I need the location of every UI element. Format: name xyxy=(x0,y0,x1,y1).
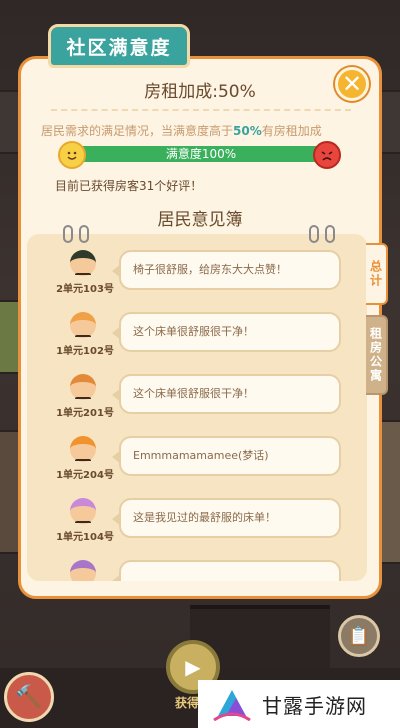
watermark-logo-icon xyxy=(213,690,251,722)
satisfaction-bar: 满意度100% xyxy=(76,146,326,162)
comment-row: 1单元201号 这个床单很舒服很干净！ 👍 xyxy=(27,372,367,434)
desc-after: 有房租加成 xyxy=(261,124,322,138)
comment-bubble: 这个床单很舒服很干净！ 👍 xyxy=(112,312,341,352)
hammer-icon: 🔨 xyxy=(15,684,43,710)
comment-text: Emmmamamamee(梦话) xyxy=(133,449,269,462)
comment-row: 2单元103号 椅子很舒服，给房东大大点赞！ 👍 xyxy=(27,248,367,310)
resident-avatar xyxy=(70,498,96,524)
comment-bubble: 这是我见过的最舒服的床单！ 👍 xyxy=(112,498,341,538)
resident-unit: 1单元201号 xyxy=(56,408,114,419)
ring-right-2 xyxy=(325,225,335,243)
resident-avatar xyxy=(70,312,96,338)
divider xyxy=(51,109,351,111)
comment-bubble: 椅子很舒服，给房东大大点赞！ 👍 xyxy=(112,250,341,290)
close-button[interactable]: ✕ xyxy=(335,67,369,101)
resident-unit: 1单元102号 xyxy=(56,346,114,357)
close-icon: ✕ xyxy=(341,70,363,98)
resident-avatar xyxy=(70,436,96,462)
watermark-text: 甘露手游网 xyxy=(262,693,367,718)
build-button[interactable]: 🔨 xyxy=(4,672,54,722)
resident-avatar xyxy=(70,250,96,276)
resident-avatar xyxy=(70,374,96,400)
ring-left-2 xyxy=(79,225,89,243)
comment-bubble: 这个床单很舒服很干净！ 👍 xyxy=(112,374,341,414)
comment-text: 这个床单很舒服很干净！ xyxy=(133,387,254,400)
satisfaction-label: 满意度100% xyxy=(165,147,237,161)
comment-text: 椅子很舒服，给房东大大点赞！ xyxy=(133,263,287,276)
watermark: 甘露手游网 xyxy=(198,680,400,728)
clipboard-button[interactable]: 📋 xyxy=(338,615,380,657)
comment-row: 1单元102号 这个床单很舒服很干净！ 👍 xyxy=(27,310,367,372)
comment-text: 这是我见过的最舒服的床单！ xyxy=(133,511,276,524)
comment-row: 1单元104号 这是我见过的最舒服的床单！ 👍 xyxy=(27,496,367,558)
comment-text: 这个床单很舒服很干净！ xyxy=(133,325,254,338)
comment-row: 1单元204号 Emmmamamamee(梦话) 👍 xyxy=(27,434,367,496)
ring-left-1 xyxy=(63,225,73,243)
resident-unit: 2单元103号 xyxy=(56,284,114,295)
panel-title-tab: 社区满意度 xyxy=(48,24,190,68)
desc-threshold: 50% xyxy=(233,124,262,138)
resident-avatar xyxy=(70,560,96,581)
tab-total[interactable]: 总计 xyxy=(366,243,388,305)
resident-unit: 1单元104号 xyxy=(56,532,114,543)
resident-unit: 1单元204号 xyxy=(56,470,114,481)
angry-face-icon xyxy=(313,141,341,169)
satisfaction-panel: 房租加成:50% 居民需求的满足情况，当满意度高于50%有房租加成 满意度100… xyxy=(18,56,382,599)
happy-face-icon xyxy=(58,141,86,169)
comment-bubble: Emmmamamamee(梦话) 👍 xyxy=(112,436,341,476)
comment-bubble: 👍 xyxy=(112,560,341,581)
tab-apartment[interactable]: 租房公寓 xyxy=(366,315,388,395)
comment-row: 👍 xyxy=(27,558,367,581)
rent-description: 居民需求的满足情况，当满意度高于50%有房租加成 xyxy=(41,122,371,139)
play-icon: ▶ xyxy=(185,655,201,679)
comment-list[interactable]: 2单元103号 椅子很舒服，给房东大大点赞！ 👍 1单元102号 这个床单很舒服… xyxy=(27,234,367,581)
praise-count: 目前已获得房客31个好评！ xyxy=(55,179,203,193)
rent-bonus-title: 房租加成:50% xyxy=(144,82,256,102)
ring-right-1 xyxy=(309,225,319,243)
clipboard-icon: 📋 xyxy=(347,625,371,647)
desc-before: 居民需求的满足情况，当满意度高于 xyxy=(41,124,234,138)
